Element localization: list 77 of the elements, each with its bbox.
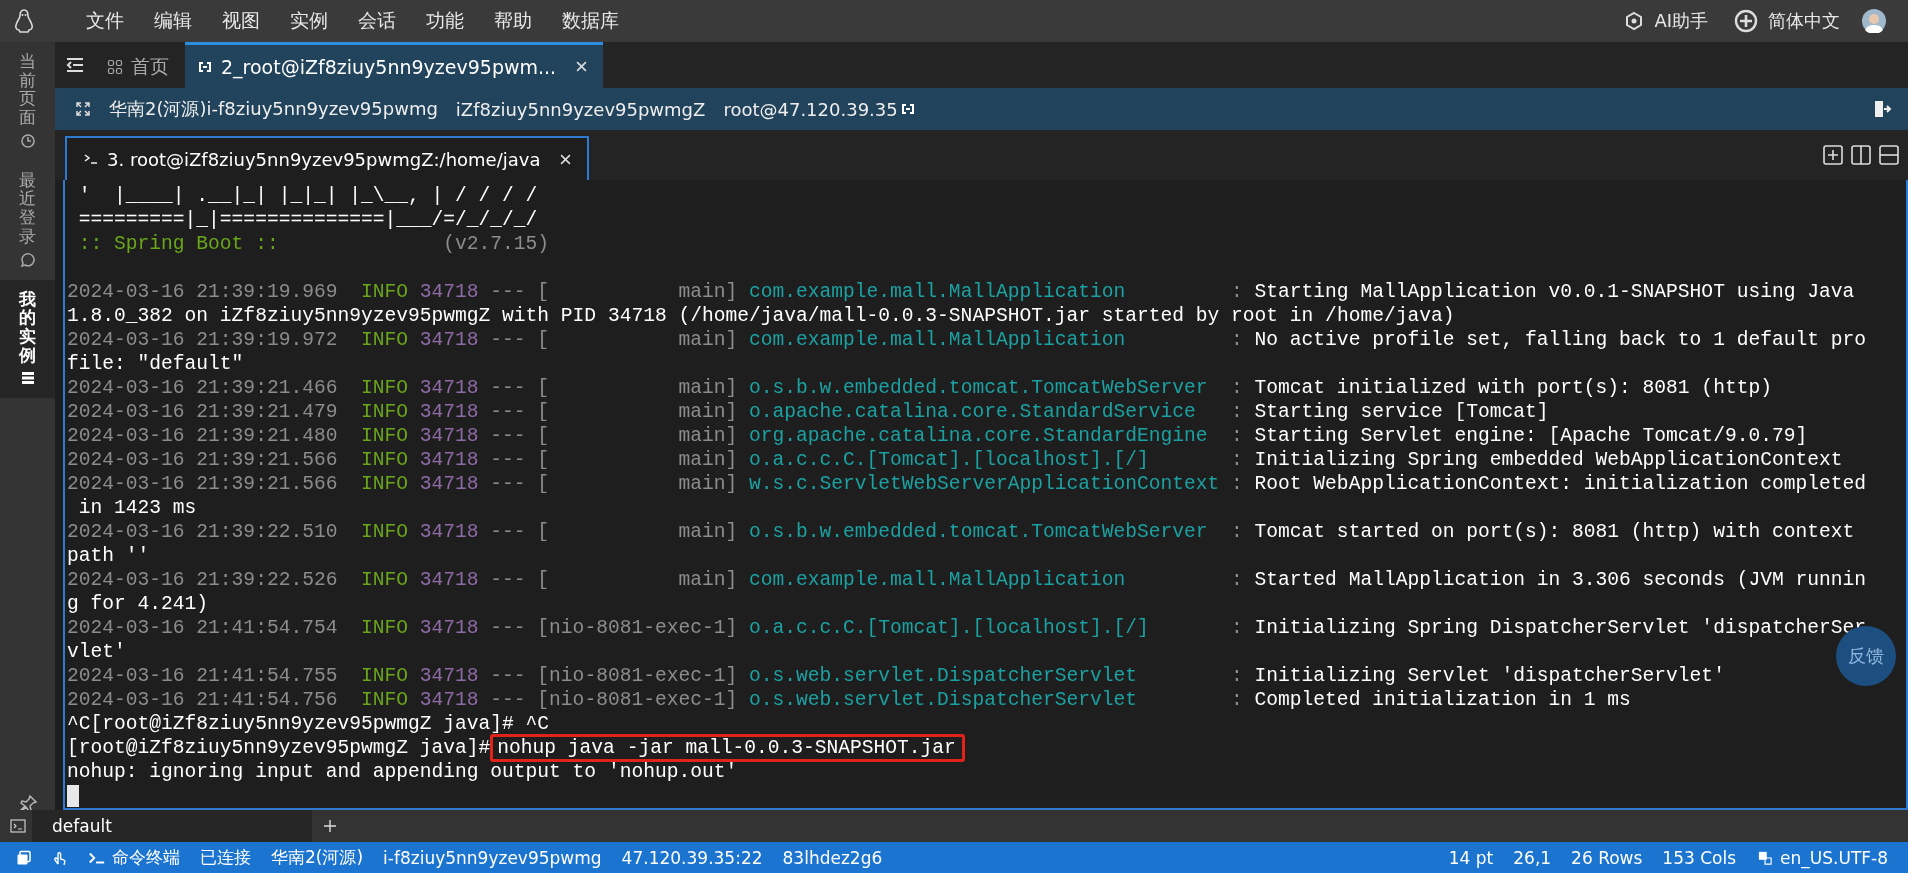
menu-item[interactable]: 编辑 <box>154 8 192 34</box>
terminal-line: vlet' <box>67 640 126 664</box>
status-text: 153 Cols <box>1662 847 1737 868</box>
new-pane-icon[interactable] <box>1822 144 1844 166</box>
terminal-line: 2024-03-16 21:39:19.972 INFO 34718 --- [ main] com.example.mall.MallApplication : No active profile set, falling back to 1 default pro <box>67 328 1866 352</box>
bottom-tab[interactable]: default <box>32 810 312 842</box>
menu-toggle-icon[interactable] <box>65 55 85 75</box>
terminal-line: ^C[root@iZf8ziuy5nn9yzev95pwmgZ java]# ^C <box>67 712 550 736</box>
terminal-line: 2024-03-16 21:39:21.480 INFO 34718 --- [ main] org.apache.catalina.core.StandardEngine : Starting Servlet engine: [Apache Tomcat/9.0.79] <box>67 424 1808 448</box>
terminal-line: in 1423 ms <box>77 496 197 520</box>
terminal-line: 2024-03-16 21:41:54.756 INFO 34718 --- [nio-8081-exec-1] o.s.web.servlet.DispatcherServlet : Completed initialization in 1 ms <box>67 688 1631 712</box>
ai-assistant-button[interactable]: AI助手 <box>1654 9 1708 33</box>
fullscreen-icon[interactable] <box>75 101 91 117</box>
session-info: iZf8ziuy5nn9yzev95pwmgZ <box>455 98 706 120</box>
split-vertical-icon[interactable] <box>1850 144 1872 166</box>
clock-icon <box>19 132 36 149</box>
terminal-icon <box>10 818 26 834</box>
terminal-line: file: "default" <box>67 352 244 376</box>
translate-icon <box>1756 850 1775 865</box>
terminal-line: :: Spring Boot :: (v2.7.15) <box>77 232 550 256</box>
close-icon[interactable] <box>560 153 572 165</box>
split-horizontal-icon[interactable] <box>1878 144 1900 166</box>
menu-item[interactable]: 帮助 <box>494 8 532 34</box>
add-tab-icon[interactable] <box>321 818 338 834</box>
language-selector[interactable]: 简体中文 <box>1768 9 1840 33</box>
session-tab[interactable]: 首页 <box>95 42 185 88</box>
terminal-line: 2024-03-16 21:39:22.526 INFO 34718 --- [ main] com.example.mall.MallApplication : Started MallApplication in 3.306 seconds (JVM runnin <box>67 568 1866 592</box>
grid-icon <box>107 58 123 75</box>
session-info: 华南2(河源)i-f8ziuy5nn9yzev95pwmg <box>109 97 438 121</box>
terminal-line: 1.8.0_382 on iZf8ziuy5nn9yzev95pwmgZ with PID 34718 (/home/java/mall-0.0.3-SNAPSHOT.jar started by root in /home/java) <box>67 304 1455 328</box>
link-icon <box>899 101 916 117</box>
status-text: 已连接 <box>200 846 251 869</box>
sidebar-tab[interactable]: 当前页面 <box>0 42 55 161</box>
terminal-line: 2024-03-16 21:39:21.566 INFO 34718 --- [ main] o.a.c.c.C.[Tomcat].[localhost].[/] : Initializing Spring embedded WebApplicationContext <box>67 448 1843 472</box>
menu-item[interactable]: 文件 <box>86 8 124 34</box>
list-icon <box>19 370 36 387</box>
command-terminal-button[interactable]: 命令终端 <box>88 846 180 869</box>
menu-item[interactable]: 功能 <box>426 8 464 34</box>
exit-icon[interactable] <box>1872 99 1892 119</box>
status-text: 26 Rows <box>1571 847 1643 868</box>
status-text: 83lhdez2g6 <box>782 847 883 868</box>
sidebar-tab[interactable]: 我的实例 <box>0 279 55 399</box>
prompt-icon <box>88 850 106 865</box>
avatar-icon[interactable] <box>1862 9 1886 33</box>
menu-item[interactable]: 视图 <box>222 8 260 34</box>
status-text: 华南2(河源) <box>271 846 364 869</box>
ai-assistant-icon[interactable] <box>1624 11 1645 31</box>
add-icon[interactable] <box>1734 9 1758 33</box>
terminal-tab[interactable]: 3. root@iZf8ziuy5nn9yzev95pwmgZ:/home/java <box>65 136 590 180</box>
terminal-line: 2024-03-16 21:39:19.969 INFO 34718 --- [ main] com.example.mall.MallApplication : Starting MallApplication v0.0.1-SNAPSHOT using Java <box>67 280 1855 304</box>
terminal-line: 2024-03-16 21:39:21.479 INFO 34718 --- [ main] o.apache.catalina.core.StandardService : Starting service [Tomcat] <box>67 400 1549 424</box>
hand-icon[interactable] <box>52 849 68 866</box>
terminal-line: path '' <box>67 544 150 568</box>
menu-item[interactable]: 会话 <box>358 8 396 34</box>
close-icon[interactable] <box>576 61 588 72</box>
status-text: i-f8ziuy5nn9yzev95pwmg <box>383 847 602 868</box>
encoding-button[interactable]: en_US.UTF-8 <box>1756 847 1888 868</box>
prompt-icon <box>83 151 99 167</box>
status-text: 47.120.39.35:22 <box>621 847 763 868</box>
status-text: 14 pt <box>1448 847 1494 868</box>
session-tab[interactable]: 2_root@iZf8ziuy5nn9yzev95pwm... <box>185 42 604 88</box>
menu-item[interactable]: 数据库 <box>562 8 619 34</box>
terminal-line: g for 4.241) <box>67 592 209 616</box>
terminal-line: 2024-03-16 21:39:21.466 INFO 34718 --- [ main] o.s.b.w.embedded.tomcat.TomcatWebServer : Tomcat initialized with port(s): 8081 (http) <box>67 376 1772 400</box>
terminal-line: nohup: ignoring input and appending output to 'nohup.out' <box>67 760 738 784</box>
terminal-line: 2024-03-16 21:41:54.755 INFO 34718 --- [nio-8081-exec-1] o.s.web.servlet.DispatcherServlet : Initializing Servlet 'dispatcherServlet' <box>67 664 1725 688</box>
chat-bubble-icon <box>19 251 36 268</box>
terminal-line: ' |____| .__|_| |_|_| |_\__, | / / / / <box>77 184 538 208</box>
copy-icon[interactable] <box>16 849 32 866</box>
menu-item[interactable]: 实例 <box>290 8 328 34</box>
terminal-line: 2024-03-16 21:39:21.566 INFO 34718 --- [ main] w.s.c.ServletWebServerApplicationContext : Root WebApplicationContext: initialization completed <box>67 472 1866 496</box>
sidebar-tab[interactable]: 最近登录 <box>0 160 55 280</box>
status-text: 26,1 <box>1513 847 1552 868</box>
terminal-line: =========|_|==============|___/=/_/_/_/ <box>77 208 538 232</box>
session-info: root@47.120.39.35 <box>723 98 898 120</box>
terminal-line: 2024-03-16 21:39:22.510 INFO 34718 --- [ main] o.s.b.w.embedded.tomcat.TomcatWebServer : Tomcat started on port(s): 8081 (http) with context <box>67 520 1855 544</box>
penguin-logo-icon <box>14 9 34 33</box>
